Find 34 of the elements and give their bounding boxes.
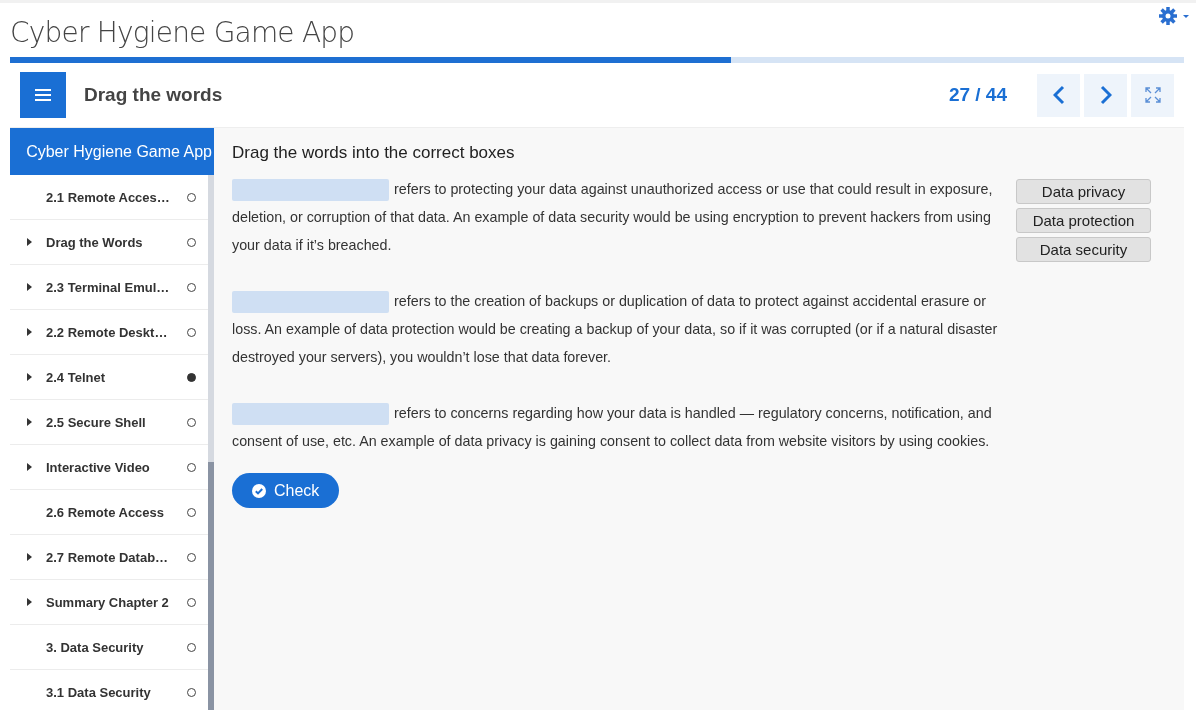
paragraph-text: refers to concerns regarding how your data is handled — regulatory concerns, notification, and consent of use, etc. An example of data privacy is gaining consent to collect data from website visitors by using cookies. [232, 402, 993, 451]
menu-button[interactable] [20, 72, 66, 118]
caret-icon [27, 373, 32, 381]
chevron-left-icon [1052, 85, 1065, 105]
instruction-text: Drag the words into the correct boxes [232, 143, 516, 163]
fullscreen-button[interactable] [1131, 73, 1174, 117]
page-counter: 27 / 44 [948, 84, 1007, 106]
caret-icon [27, 238, 32, 246]
draggable-word[interactable]: Data security [1016, 237, 1151, 262]
caret-icon [27, 553, 32, 561]
caret-icon [27, 418, 32, 426]
drop-zone[interactable] [232, 403, 389, 426]
draggable-word[interactable]: Data protection [1016, 208, 1151, 233]
fullscreen-icon [1144, 87, 1161, 103]
check-circle-icon [252, 483, 266, 498]
drop-zone[interactable] [232, 291, 389, 314]
caret-icon [27, 598, 32, 606]
caret-icon [27, 328, 32, 336]
app-title: Cyber Hygiene Game App [10, 16, 355, 51]
drop-zone[interactable] [232, 179, 389, 202]
settings-icon[interactable] [1158, 6, 1190, 26]
page-title: Drag the words [84, 84, 224, 106]
menu-icon [35, 89, 51, 101]
chevron-right-icon [1099, 85, 1112, 105]
paragraph-text: refers to protecting your data against unauthorized access or use that could result in exposure, deletion, or corruption of that data. An example of data security would be using encryption to prevent hackers from using your data if it’s breached. [232, 178, 994, 255]
next-button[interactable] [1084, 73, 1127, 117]
previous-button[interactable] [1037, 73, 1080, 117]
draggable-word[interactable]: Data privacy [1016, 179, 1151, 204]
check-button[interactable]: Check [232, 473, 340, 508]
caret-icon [27, 463, 32, 471]
sidebar-title: Cyber Hygiene Game App [10, 128, 214, 175]
scrollbar[interactable] [208, 175, 214, 710]
caret-icon [27, 283, 32, 291]
paragraph-text: refers to the creation of backups or duplication of data to protect against accidental erasure or loss. An example of data protection would be creating a backup of your data, so if it was corrupted (or if a natural disaster destroyed your servers), you wouldn’t lose that data forever. [232, 290, 999, 367]
